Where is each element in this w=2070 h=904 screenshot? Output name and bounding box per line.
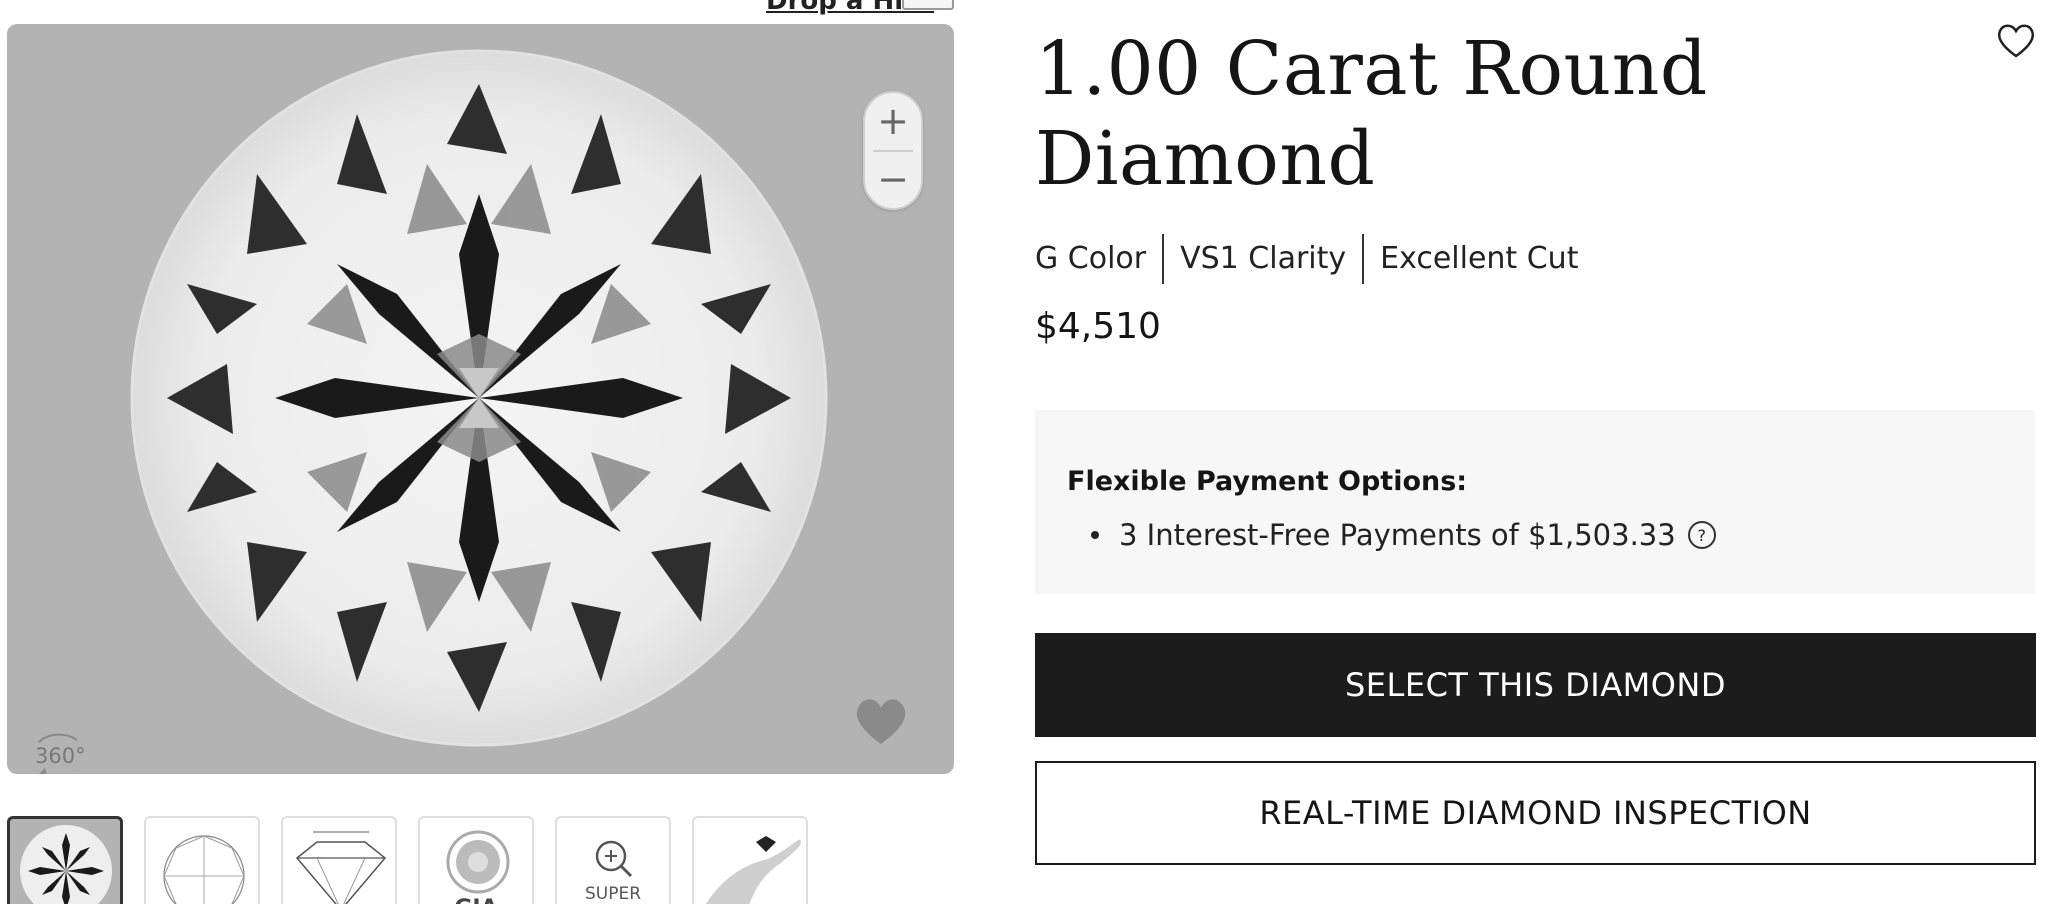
thumbnail-gia-certificate[interactable]: GIA	[418, 816, 534, 904]
spec-clarity: VS1 Clarity	[1180, 241, 1347, 276]
select-diamond-button[interactable]: SELECT THIS DIAMOND	[1035, 633, 2036, 737]
thumbnail-diamond-photo[interactable]	[7, 816, 123, 904]
payment-options-panel: Flexible Payment Options: 3 Interest-Fre…	[1035, 410, 2035, 594]
thumbnail-super-label: SUPER	[584, 884, 642, 904]
zoom-in-button[interactable]: +	[865, 93, 921, 149]
zoom-out-button[interactable]: −	[865, 151, 921, 207]
rotate-360-button[interactable]: 360°	[27, 728, 89, 774]
payment-options-title: Flexible Payment Options:	[1067, 466, 1468, 497]
rotate-label: 360°	[35, 744, 86, 768]
thumbnail-super-zoom[interactable]: SUPER	[555, 816, 671, 904]
help-icon[interactable]: ?	[1687, 521, 1716, 549]
spec-cut: Excellent Cut	[1380, 241, 1579, 276]
payment-option-text: 3 Interest-Free Payments of $1,503.33	[1119, 518, 1676, 552]
spec-color: G Color	[1035, 241, 1147, 276]
zoom-controls: + −	[863, 91, 923, 210]
thumbnail-gia-label: GIA	[420, 896, 532, 904]
diamond-viewer[interactable]: + − 360°	[7, 24, 954, 774]
hand-icon	[705, 836, 801, 904]
thumbnail-profile-diagram[interactable]	[281, 816, 397, 904]
realtime-inspection-button[interactable]: REAL-TIME DIAMOND INSPECTION	[1035, 761, 2036, 865]
payment-option-item: 3 Interest-Free Payments of $1,503.33 ?	[1091, 518, 1716, 552]
product-price: $4,510	[1035, 306, 1161, 347]
top-toggle[interactable]	[902, 0, 954, 10]
diamond-image	[130, 49, 828, 747]
product-title-line2: Diamond	[1035, 116, 1376, 202]
bullet-icon	[1091, 531, 1099, 539]
product-title-line1: 1.00 Carat Round	[1035, 26, 1708, 112]
zoom-magnifier-icon	[595, 840, 633, 878]
product-title: 1.00 Carat Round Diamond	[1035, 24, 1795, 204]
thumbnail-hand-size[interactable]	[692, 816, 808, 904]
heart-overlay-icon[interactable]	[849, 688, 913, 748]
product-page: Drop a Hint + − 360° SUPER 1.00 Carat Ro…	[0, 0, 2070, 904]
favorite-heart-icon[interactable]	[1994, 20, 2038, 60]
thumbnail-top-diagram[interactable]	[144, 816, 260, 904]
diamond-specs: G Color VS1 Clarity Excellent Cut	[1035, 234, 1594, 284]
